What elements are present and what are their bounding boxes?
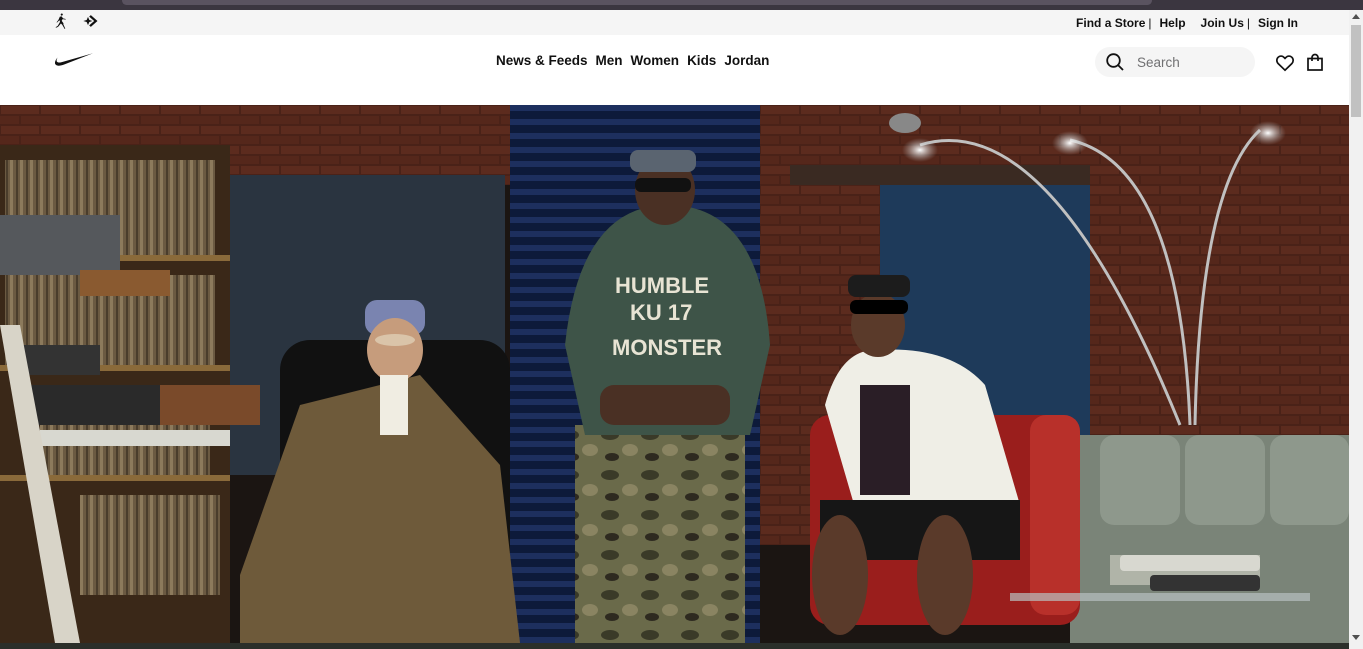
menu-item-jordan[interactable]: Jordan <box>724 53 769 68</box>
browser-tab-edge <box>122 0 1152 5</box>
search-icon[interactable] <box>1105 52 1125 72</box>
separator: | <box>1246 15 1250 30</box>
nike-swoosh-icon[interactable] <box>54 52 93 71</box>
utility-bar: Find a Store | Help | Join Us | Sign In <box>0 10 1349 35</box>
brand-switcher <box>52 11 100 31</box>
hoodie-text-line-3: MONSTER <box>612 335 722 360</box>
primary-menu: News & Feeds Men Women Kids Jordan <box>496 53 769 68</box>
hoodie-text-line-2: KU 17 <box>630 300 692 325</box>
menu-item-kids[interactable]: Kids <box>687 53 716 68</box>
heart-icon[interactable] <box>1275 53 1295 73</box>
main-navigation: News & Feeds Men Women Kids Jordan <box>0 35 1349 105</box>
find-store-link[interactable]: Find a Store <box>1074 16 1147 30</box>
menu-item-women[interactable]: Women <box>631 53 680 68</box>
sign-in-link[interactable]: Sign In <box>1256 16 1300 30</box>
hero-banner[interactable]: HUMBLE KU 17 MONSTER <box>0 105 1349 643</box>
help-link[interactable]: Help <box>1158 16 1188 30</box>
menu-item-men[interactable]: Men <box>596 53 623 68</box>
vertical-scrollbar[interactable] <box>1349 10 1363 649</box>
shopping-bag-icon[interactable] <box>1305 52 1325 72</box>
jordan-jumpman-icon[interactable] <box>52 12 70 30</box>
join-us-link[interactable]: Join Us <box>1199 16 1246 30</box>
hero-photo-three-men-in-studio: HUMBLE KU 17 MONSTER <box>0 105 1349 643</box>
separator: | <box>1148 15 1152 30</box>
utility-links: Find a Store | Help | Join Us | Sign In <box>1074 10 1300 35</box>
hoodie-text-line-1: HUMBLE <box>615 273 709 298</box>
menu-item-news-feeds[interactable]: News & Feeds <box>496 53 588 68</box>
browser-top-strip <box>0 0 1363 10</box>
search-box[interactable] <box>1095 47 1255 77</box>
scroll-up-arrow-icon[interactable] <box>1352 14 1360 19</box>
scrollbar-thumb[interactable] <box>1351 25 1361 117</box>
scroll-down-arrow-icon[interactable] <box>1352 635 1360 640</box>
page-bottom-edge <box>0 643 1349 649</box>
converse-star-chevron-icon[interactable] <box>80 12 100 30</box>
search-input[interactable] <box>1135 53 1249 71</box>
